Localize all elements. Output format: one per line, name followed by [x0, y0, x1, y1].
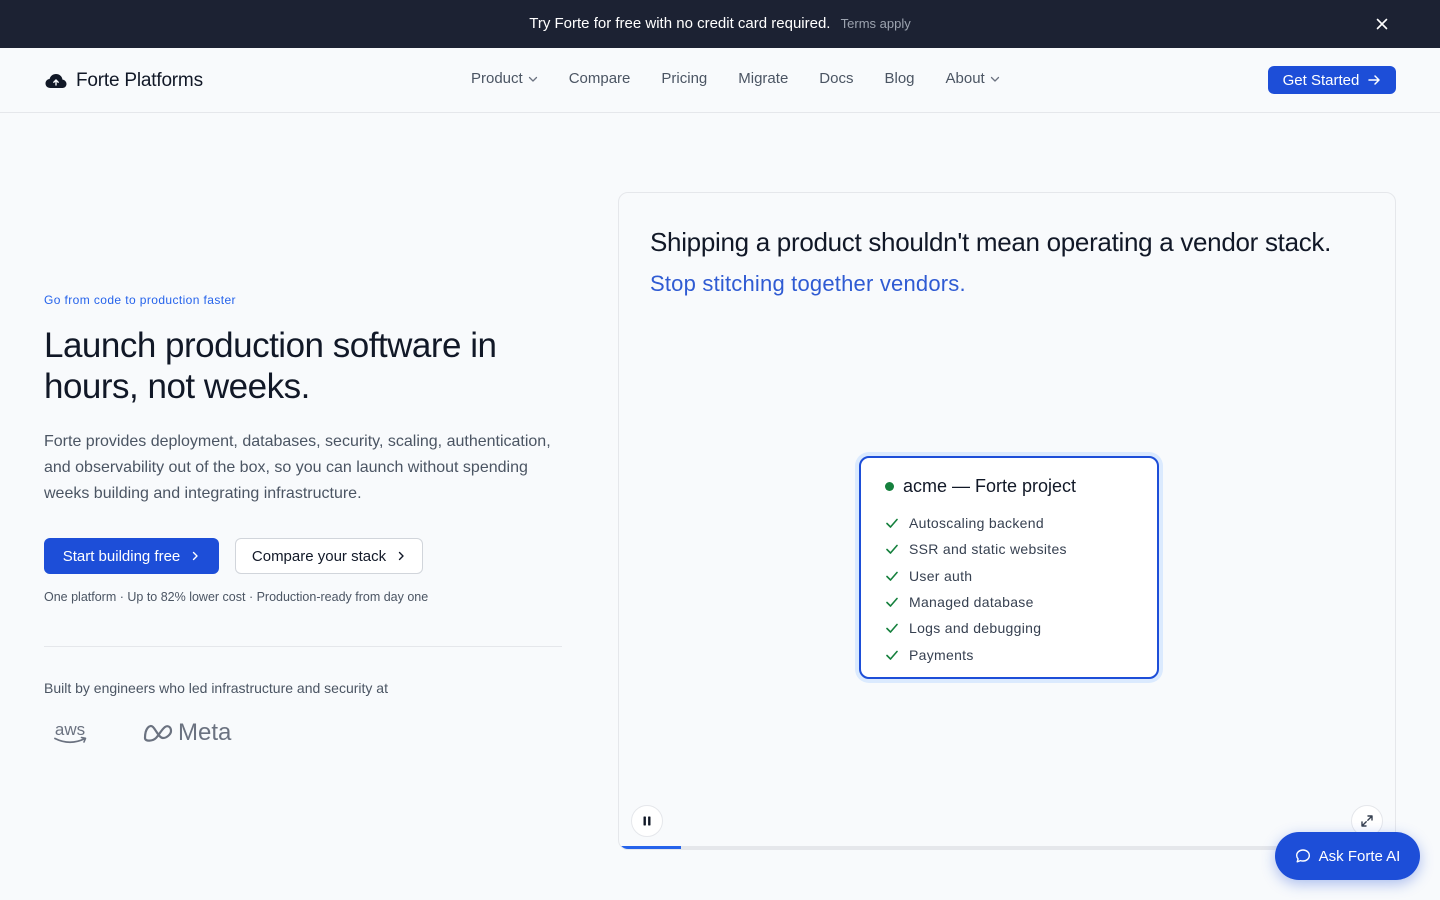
- feature-item: User auth: [885, 563, 1067, 589]
- get-started-button[interactable]: Get Started: [1268, 66, 1396, 94]
- nav-item-about[interactable]: About: [946, 70, 1000, 87]
- feature-item: Managed database: [885, 589, 1067, 615]
- announcement-text: Try Forte for free with no credit card r…: [529, 15, 831, 32]
- nav-links: Product Compare Pricing Migrate Docs Blo…: [471, 70, 1000, 87]
- project-card: acme — Forte project Autoscaling backend…: [859, 456, 1159, 679]
- arrow-right-icon: [1368, 75, 1381, 85]
- start-building-label: Start building free: [62, 547, 181, 565]
- demo-progress-fill: [619, 846, 682, 849]
- project-name: acme — Forte project: [903, 476, 1077, 496]
- status-dot: [885, 482, 894, 491]
- expand-icon: [1361, 815, 1373, 827]
- section-divider: [44, 646, 562, 647]
- nav-item-migrate[interactable]: Migrate: [738, 70, 788, 87]
- nav-item-label: Blog: [884, 70, 915, 87]
- feature-item: SSR and static websites: [885, 536, 1067, 562]
- demo-subtitle: Stop stitching together vendors.: [650, 271, 966, 296]
- nav-item-blog[interactable]: Blog: [884, 70, 914, 87]
- nav-item-docs[interactable]: Docs: [819, 70, 853, 87]
- nav-item-label: Product: [471, 70, 523, 87]
- nav-item-product[interactable]: Product: [471, 70, 538, 87]
- close-icon: [1376, 18, 1388, 30]
- feature-label: User auth: [909, 567, 973, 584]
- hero-eyebrow: Go from code to production faster: [44, 293, 236, 307]
- ask-ai-label: Ask Forte AI: [1318, 847, 1401, 865]
- built-by-text: Built by engineers who led infrastructur…: [44, 680, 388, 696]
- brand-link[interactable]: Forte Platforms: [44, 69, 203, 93]
- check-icon: [886, 597, 898, 607]
- start-building-button[interactable]: Start building free: [44, 538, 219, 574]
- feature-item: Logs and debugging: [885, 615, 1067, 641]
- nav-item-label: Docs: [819, 70, 854, 87]
- aws-logo-text: aws: [55, 720, 85, 739]
- nav-item-label: About: [945, 70, 985, 87]
- chevron-down-icon: [990, 76, 999, 82]
- compare-stack-label: Compare your stack: [251, 547, 387, 565]
- hero-description: Forte provides deployment, databases, se…: [44, 433, 551, 502]
- nav-item-label: Pricing: [661, 70, 708, 87]
- announcement-content: Try Forte for free with no credit card r…: [0, 15, 1440, 32]
- chevron-down-icon: [528, 76, 537, 82]
- feature-label: Payments: [909, 646, 974, 663]
- nav-item-compare[interactable]: Compare: [569, 70, 631, 87]
- feature-label: Managed database: [909, 594, 1034, 611]
- check-icon: [886, 518, 898, 528]
- feature-list: Autoscaling backend SSR and static websi…: [885, 510, 1067, 668]
- cloud-logo-icon: [45, 74, 67, 88]
- terms-link[interactable]: Terms apply: [841, 16, 911, 31]
- feature-label: Autoscaling backend: [909, 515, 1044, 532]
- compare-stack-button[interactable]: Compare your stack: [235, 538, 423, 574]
- top-navigation: Forte Platforms Product Compare Pricing …: [0, 48, 1440, 113]
- feature-label: Logs and debugging: [909, 620, 1042, 637]
- check-icon: [886, 571, 898, 581]
- announcement-close-button[interactable]: [1372, 14, 1392, 34]
- check-icon: [886, 624, 898, 634]
- demo-panel: Shipping a product shouldn't mean operat…: [618, 192, 1396, 850]
- feature-item: Autoscaling backend: [885, 510, 1067, 536]
- nav-item-pricing[interactable]: Pricing: [661, 70, 707, 87]
- ask-ai-button[interactable]: Ask Forte AI: [1275, 832, 1420, 880]
- chevron-right-icon: [398, 551, 404, 561]
- hero-tagline: One platform · Up to 82% lower cost · Pr…: [44, 590, 429, 604]
- nav-item-label: Compare: [568, 70, 631, 87]
- chat-bubble-icon: [1295, 849, 1310, 863]
- aws-logo: aws: [54, 720, 87, 744]
- get-started-label: Get Started: [1282, 71, 1360, 89]
- check-icon: [886, 650, 898, 660]
- project-card-title: acme — Forte project: [885, 476, 1076, 497]
- feature-item: Payments: [885, 641, 1067, 667]
- pause-icon: [643, 816, 651, 826]
- pause-button[interactable]: [631, 805, 663, 837]
- nav-item-label: Migrate: [738, 70, 789, 87]
- announcement-bar: Try Forte for free with no credit card r…: [0, 0, 1440, 48]
- brand-name: Forte Platforms: [76, 70, 203, 91]
- chevron-right-icon: [193, 551, 198, 561]
- hero-headline: Launch production software in hours, not…: [44, 326, 497, 406]
- check-icon: [886, 545, 898, 555]
- feature-label: SSR and static websites: [909, 541, 1067, 558]
- meta-logo: Meta: [143, 719, 232, 746]
- demo-title: Shipping a product shouldn't mean operat…: [650, 227, 1332, 257]
- hero-cta-row: Start building free Compare your stack: [44, 538, 423, 574]
- meta-logo-text: Meta: [178, 719, 232, 746]
